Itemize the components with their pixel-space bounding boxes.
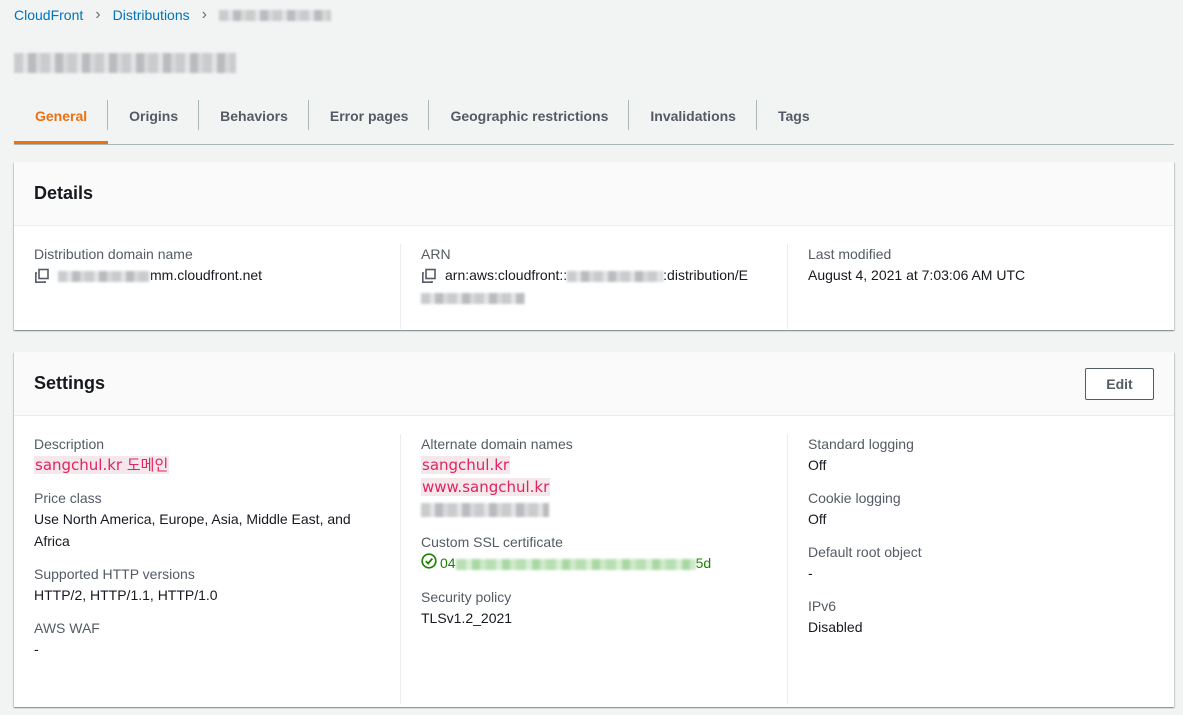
arn-account-redacted (567, 270, 664, 282)
tab-general[interactable]: General (14, 100, 109, 144)
domain-redacted (58, 270, 150, 282)
check-circle-icon (421, 553, 437, 575)
tab-behaviors-label: Behaviors (220, 108, 288, 124)
copy-icon[interactable] (421, 268, 439, 284)
alt-domain-1: sangchul.kr (421, 456, 511, 474)
details-columns: Distribution domain name mm.cloudfront.n… (14, 226, 1174, 329)
domain-value: mm.cloudfront.net (34, 264, 380, 286)
settings-header: Settings Edit (14, 352, 1174, 416)
tab-invalidations-label: Invalidations (650, 108, 736, 124)
settings-col-1: Description sangchul.kr 도메인 Price class … (14, 434, 400, 704)
alt-domain-2: www.sangchul.kr (421, 478, 551, 496)
tab-general-label: General (35, 108, 88, 124)
breadcrumb: CloudFront › Distributions › (14, 7, 331, 23)
http-versions-value: HTTP/2, HTTP/1.1, HTTP/1.0 (34, 587, 218, 603)
alt-domain-redacted-row (421, 498, 767, 520)
modified-value: August 4, 2021 at 7:03:06 AM UTC (808, 267, 1026, 283)
alt-domain-redacted (421, 503, 549, 518)
ipv6-label: IPv6 (808, 598, 837, 614)
tab-tags[interactable]: Tags (757, 100, 831, 136)
arn-value: arn:aws:cloudfront:::distribution/E (421, 264, 767, 308)
ipv6-field: IPv6 Disabled (808, 596, 1154, 638)
cookie-logging-field: Cookie logging Off (808, 488, 1154, 530)
arn-suffix: :distribution/E (663, 267, 748, 283)
page-title (14, 53, 236, 73)
settings-columns: Description sangchul.kr 도메인 Price class … (14, 416, 1174, 704)
settings-title: Settings (34, 373, 106, 393)
tab-tags-label: Tags (777, 108, 810, 124)
description-value: sangchul.kr 도메인 (34, 456, 170, 474)
details-col-domain: Distribution domain name mm.cloudfront.n… (14, 244, 400, 329)
cookie-logging-value: Off (808, 511, 827, 527)
security-policy-field: Security policy TLSv1.2_2021 (421, 587, 767, 629)
chevron-right-icon: › (95, 6, 101, 23)
tab-origins[interactable]: Origins (108, 100, 200, 136)
tab-error-pages[interactable]: Error pages (309, 100, 430, 136)
cookie-logging-label: Cookie logging (808, 490, 901, 506)
alt-domain-2-row: www.sangchul.kr (421, 476, 767, 498)
breadcrumb-cloudfront[interactable]: CloudFront (14, 7, 83, 23)
waf-label: AWS WAF (34, 620, 100, 636)
page-title-redacted (14, 53, 236, 73)
ssl-label: Custom SSL certificate (421, 534, 563, 550)
ssl-prefix: 04 (440, 555, 456, 571)
tab-geo-label: Geographic restrictions (450, 108, 609, 124)
settings-col-3: Standard logging Off Cookie logging Off … (787, 434, 1174, 704)
price-class-label: Price class (34, 490, 102, 506)
domain-label: Distribution domain name (34, 246, 193, 262)
http-versions-field: Supported HTTP versions HTTP/2, HTTP/1.1… (34, 564, 380, 606)
settings-col-2: Alternate domain names sangchul.kr www.s… (400, 434, 787, 704)
tab-origins-label: Origins (129, 108, 179, 124)
ssl-suffix: 5d (695, 555, 712, 571)
description-label: Description (34, 436, 105, 452)
logging-field: Standard logging Off (808, 434, 1154, 476)
active-tab-indicator (14, 141, 109, 144)
root-object-value: - (808, 565, 813, 581)
tab-error-pages-label: Error pages (329, 108, 409, 124)
security-policy-label: Security policy (421, 589, 512, 606)
details-col-modified: Last modified August 4, 2021 at 7:03:06 … (787, 244, 1174, 329)
price-class-value: Use North America, Europe, Asia, Middle … (34, 511, 351, 549)
details-col-arn: ARN arn:aws:cloudfront:::distribution/E (400, 244, 787, 329)
root-object-field: Default root object - (808, 542, 1154, 584)
details-header: Details (14, 162, 1174, 226)
details-title: Details (34, 183, 94, 203)
edit-button[interactable]: Edit (1085, 368, 1154, 400)
description-value-row: sangchul.kr 도메인 (34, 454, 380, 476)
copy-icon[interactable] (34, 268, 52, 284)
description-field: Description sangchul.kr 도메인 (34, 434, 380, 476)
alt-domains-field: Alternate domain names sangchul.kr www.s… (421, 434, 767, 520)
http-versions-label: Supported HTTP versions (34, 566, 195, 582)
root-object-label: Default root object (808, 544, 922, 560)
tab-geographic-restrictions[interactable]: Geographic restrictions (429, 100, 630, 136)
breadcrumb-current-redacted (218, 9, 331, 21)
waf-field: AWS WAF - (34, 618, 380, 660)
arn-prefix: arn:aws:cloudfront:: (445, 267, 568, 283)
logging-value: Off (808, 457, 827, 473)
ipv6-value: Disabled (808, 619, 863, 635)
arn-label: ARN (421, 246, 451, 262)
logging-label: Standard logging (808, 436, 914, 452)
ssl-field: Custom SSL certificate 04 5d (421, 532, 767, 575)
settings-panel: Settings Edit Description sangchul.kr 도메… (14, 352, 1174, 707)
security-policy-value: TLSv1.2_2021 (421, 610, 513, 627)
tab-behaviors[interactable]: Behaviors (199, 100, 309, 136)
tab-bar: General Origins Behaviors Error pages Ge… (14, 100, 1174, 145)
alt-domains-label: Alternate domain names (421, 436, 573, 452)
chevron-right-icon: › (201, 6, 207, 23)
tab-invalidations[interactable]: Invalidations (629, 100, 757, 136)
ssl-value: 04 5d (421, 552, 767, 575)
breadcrumb-distributions[interactable]: Distributions (113, 7, 190, 23)
modified-label: Last modified (808, 246, 892, 262)
domain-text: mm.cloudfront.net (150, 267, 263, 283)
ssl-redacted (455, 558, 696, 570)
waf-value: - (34, 641, 39, 657)
details-panel: Details Distribution domain name mm.clou… (14, 162, 1174, 330)
arn-id-redacted (421, 292, 525, 304)
alt-domain-1-row: sangchul.kr (421, 454, 767, 476)
price-class-field: Price class Use North America, Europe, A… (34, 488, 380, 552)
